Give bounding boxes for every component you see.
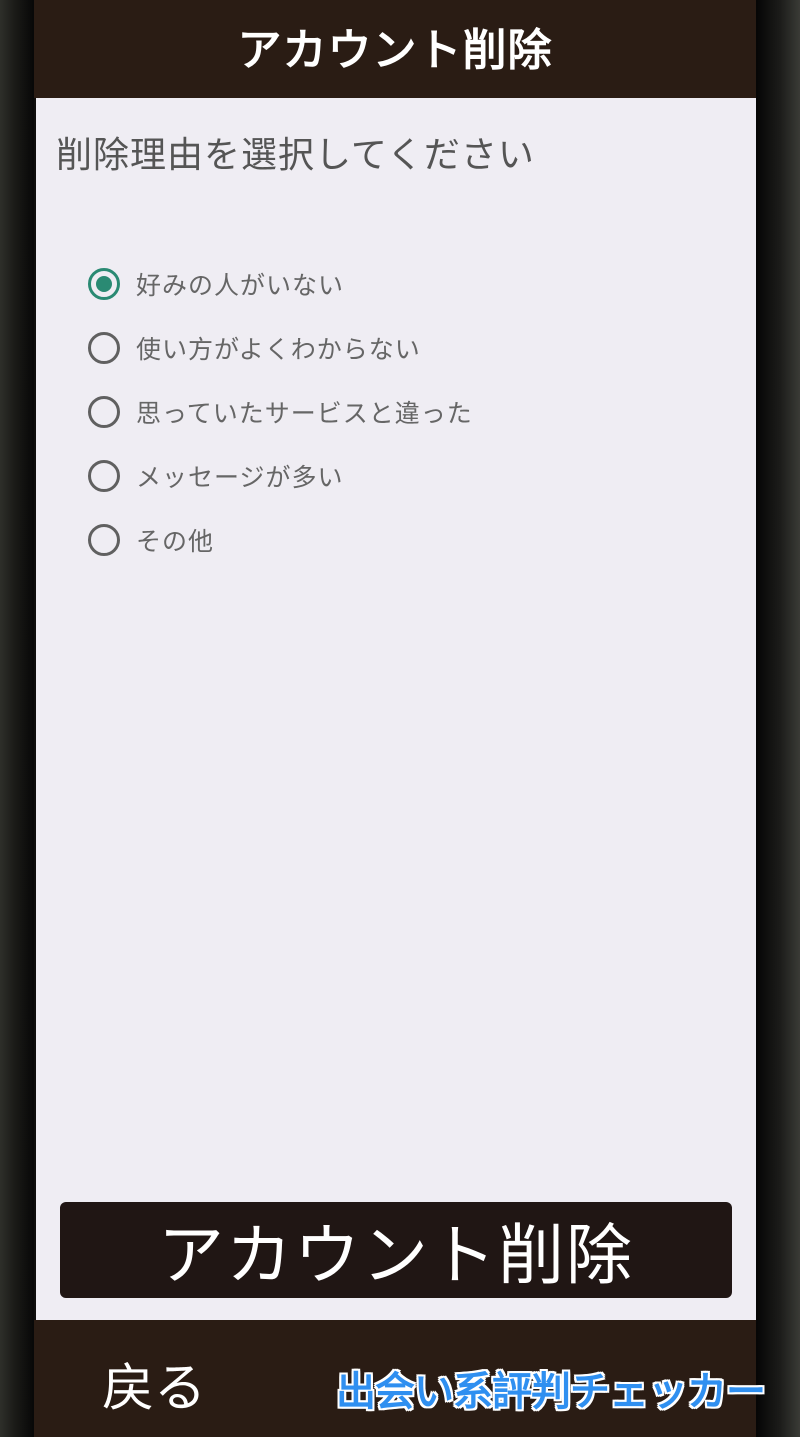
reason-label: その他 <box>136 527 215 556</box>
reason-option[interactable]: 使い方がよくわからない <box>88 316 473 380</box>
reason-label: 思っていたサービスと違った <box>136 399 473 428</box>
device-frame-left <box>0 0 34 1437</box>
back-button[interactable]: 戻る <box>102 1346 206 1421</box>
delete-account-button[interactable]: アカウント削除 <box>60 1202 732 1298</box>
reason-radio-group: 好みの人がいない 使い方がよくわからない 思っていたサービスと違った メッセージ… <box>88 252 473 572</box>
title-bar: アカウント削除 <box>34 0 756 98</box>
reason-option[interactable]: 思っていたサービスと違った <box>88 380 473 444</box>
radio-button[interactable] <box>88 396 120 428</box>
radio-button[interactable] <box>88 460 120 492</box>
radio-button[interactable] <box>88 268 120 300</box>
reason-option[interactable]: その他 <box>88 508 473 572</box>
reason-prompt: 削除理由を選択してください <box>56 135 535 176</box>
reason-option[interactable]: メッセージが多い <box>88 444 473 508</box>
reason-option[interactable]: 好みの人がいない <box>88 252 473 316</box>
site-watermark: 出会い系評判チェッカー <box>336 1369 766 1415</box>
device-frame-right <box>756 0 800 1437</box>
page-title: アカウント削除 <box>237 25 553 76</box>
radio-button[interactable] <box>88 332 120 364</box>
reason-label: 使い方がよくわからない <box>136 335 421 364</box>
reason-label: 好みの人がいない <box>136 271 345 300</box>
reason-label: メッセージが多い <box>136 463 344 492</box>
radio-button[interactable] <box>88 524 120 556</box>
content-area: 削除理由を選択してください 好みの人がいない 使い方がよくわからない 思っていた… <box>36 98 756 1320</box>
delete-account-button-label: アカウント削除 <box>158 1217 634 1294</box>
